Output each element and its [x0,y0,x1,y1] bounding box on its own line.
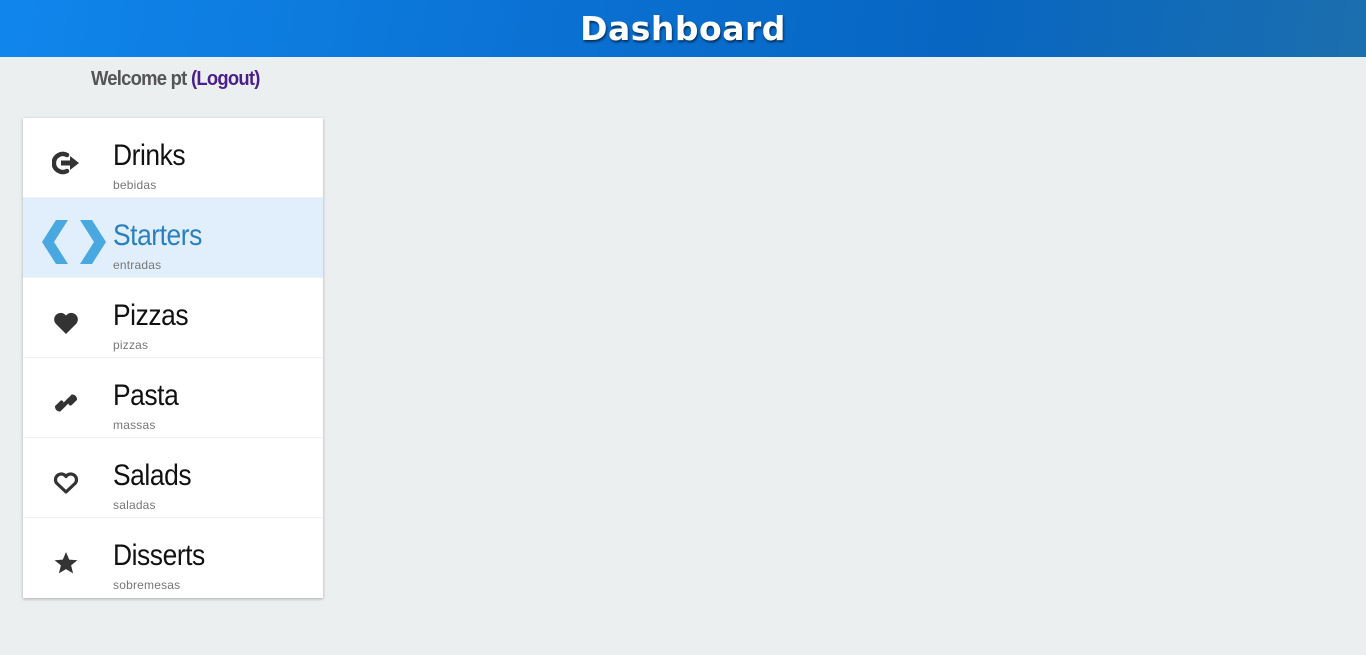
menu-item-sublabel: bebidas [113,178,157,192]
menu-item-salads[interactable]: Salads saladas [23,438,323,518]
menu-item-sublabel: entradas [113,258,162,272]
sign-out-icon [51,148,81,178]
menu-item-disserts[interactable]: Disserts sobremesas [23,518,323,598]
menu-item-label: Salads [113,459,192,492]
code-icon [41,220,107,264]
menu-item-pasta[interactable]: Pasta massas [23,358,323,438]
menu-item-label: Pizzas [113,299,189,332]
link-icon [51,388,81,418]
heart-icon [51,308,81,338]
menu-item-starters[interactable]: Starters entradas [23,198,323,278]
logout-link[interactable]: (Logout) [191,68,260,90]
heart-outline-icon [51,468,81,498]
menu-item-sublabel: saladas [113,498,156,512]
page-title: Dashboard [580,9,786,48]
menu-item-sublabel: massas [113,418,156,432]
menu-item-label: Drinks [113,139,186,172]
header-bar: Dashboard [0,0,1366,57]
menu-item-label: Disserts [113,539,205,572]
menu-item-label: Starters [113,219,202,252]
welcome-message: Welcome pt (Logout) [91,68,260,91]
category-menu: Drinks bebidas Starters entradas Pizzas … [23,118,323,598]
menu-item-sublabel: sobremesas [113,578,181,592]
star-icon [51,548,81,578]
welcome-text: Welcome pt [91,68,187,90]
menu-item-pizzas[interactable]: Pizzas pizzas [23,278,323,358]
menu-item-label: Pasta [113,379,179,412]
menu-item-drinks[interactable]: Drinks bebidas [23,118,323,198]
menu-item-sublabel: pizzas [113,338,149,352]
